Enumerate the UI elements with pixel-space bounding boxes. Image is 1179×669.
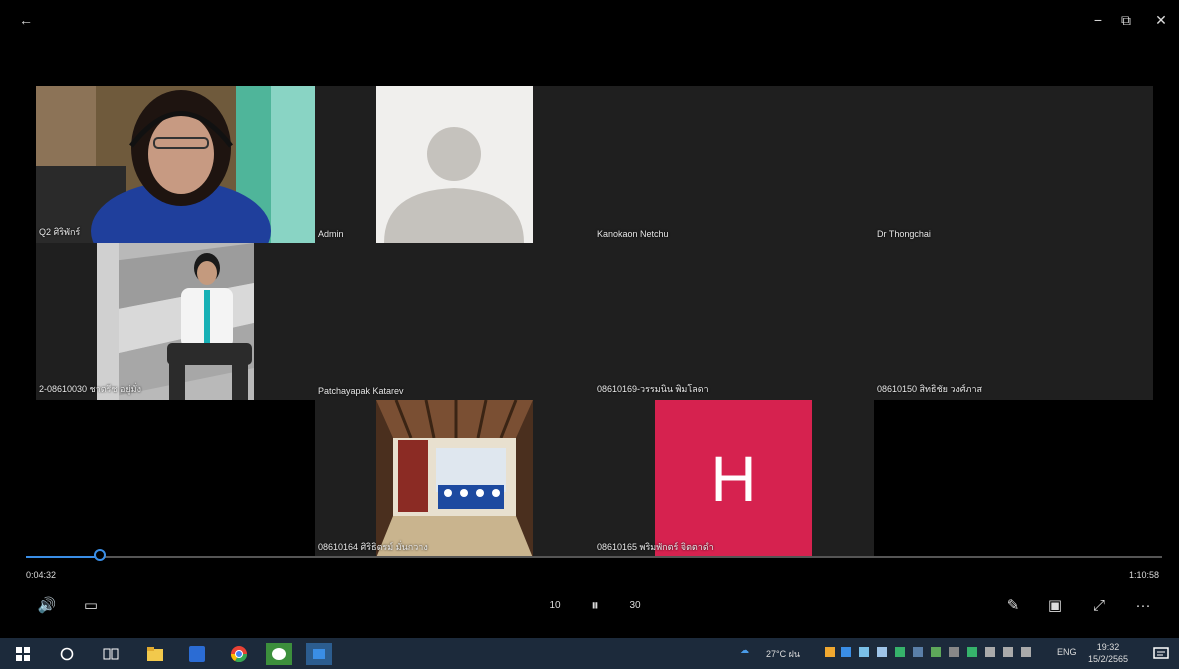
taskbar-app-line[interactable] xyxy=(266,643,292,665)
participant-name: 08610164 ศิริธิตรม์ มั่นกวาง xyxy=(318,542,428,552)
participant-name: Patchayapak Katarev xyxy=(318,386,404,396)
forward-30-icon: 30 xyxy=(629,599,641,611)
line-app-icon xyxy=(272,648,286,660)
participant-tile: 2-08610030 ชาตรีช อยู่มั่ง xyxy=(36,243,315,400)
participant-tile: Dr Thongchai xyxy=(874,86,1153,243)
participant-name: 08610165 พริมพักตร์ จิตตาดำ xyxy=(597,542,714,552)
participant-tile: 08610150 สิทธิชัย วงศ์ภาส xyxy=(874,243,1153,400)
chrome-icon xyxy=(231,646,247,662)
video-grid: Q2 ศิริพักร์ Admin Kanokaon Netchu Dr Th… xyxy=(36,86,1153,558)
notification-icon xyxy=(1153,647,1169,659)
pause-icon: ⏸ xyxy=(591,596,599,614)
windows-logo-icon xyxy=(16,647,30,661)
webcam-video xyxy=(97,243,254,400)
participant-tile: 08610164 ศิริธิตรม์ มั่นกวาง xyxy=(315,400,594,558)
back-arrow-icon: ← xyxy=(19,12,33,28)
weather-label[interactable]: 27°C ฝน xyxy=(766,647,800,661)
minimize-button[interactable]: − xyxy=(1084,8,1112,32)
system-tray-icons xyxy=(825,647,1031,657)
default-avatar xyxy=(376,86,533,243)
seek-progress xyxy=(26,556,102,558)
clock[interactable]: 19:32 15/2/2565 xyxy=(1088,641,1128,665)
search-button[interactable] xyxy=(56,643,78,665)
tray-icons[interactable] xyxy=(825,645,1045,661)
miniplayer-icon: ▣ xyxy=(1047,597,1063,614)
participant-tile: Q2 ศิริพักร์ xyxy=(36,86,315,243)
close-icon: ✕ xyxy=(1155,11,1167,28)
file-explorer-icon xyxy=(147,647,163,661)
task-view-icon xyxy=(103,648,119,660)
close-button[interactable]: ✕ xyxy=(1147,8,1175,32)
avatar-initial: H xyxy=(710,443,757,515)
weather-icon: ☁ xyxy=(740,645,749,655)
clock-time: 19:32 xyxy=(1096,642,1120,652)
start-button[interactable] xyxy=(12,643,34,665)
participant-tile: 08610169-วรรมนิน พิมโลดา xyxy=(594,243,874,400)
taskbar-app-chrome[interactable] xyxy=(228,643,250,665)
miniplayer-button[interactable]: ▣ xyxy=(1040,590,1070,620)
participant-name: Kanokaon Netchu xyxy=(597,229,669,239)
seek-thumb[interactable] xyxy=(94,549,106,561)
notifications-button[interactable] xyxy=(1150,643,1172,665)
volume-button[interactable]: 🔊 xyxy=(32,590,62,620)
participant-name: Dr Thongchai xyxy=(877,229,931,239)
restore-button[interactable]: ⧉ xyxy=(1112,8,1140,32)
search-circle-icon xyxy=(60,647,74,661)
seek-bar[interactable] xyxy=(26,556,1162,558)
title-bar: ← − ⧉ ✕ xyxy=(0,0,1179,40)
taskbar-app-movies[interactable] xyxy=(306,643,332,665)
total-time: 1:10:58 xyxy=(1128,570,1159,580)
taskbar-app-files[interactable] xyxy=(144,643,166,665)
rewind-10-icon: 10 xyxy=(549,599,561,611)
participant-name: 08610150 สิทธิชัย วงศ์ภาส xyxy=(877,384,982,394)
word-icon xyxy=(189,646,205,662)
fullscreen-icon: ⤢ xyxy=(1092,596,1105,614)
initial-avatar: H xyxy=(655,400,812,558)
pause-button[interactable]: ⏸ xyxy=(580,590,610,620)
participant-tile: Patchayapak Katarev xyxy=(315,243,594,400)
more-icon: ··· xyxy=(1135,596,1151,614)
rewind-button[interactable]: 10 xyxy=(540,590,570,620)
captions-button[interactable]: ▭ xyxy=(76,590,106,620)
pen-icon: ✎ xyxy=(1006,597,1020,614)
virtual-background xyxy=(376,400,533,558)
participant-name: 08610169-วรรมนิน พิมโลดา xyxy=(597,384,709,394)
taskbar-app-word[interactable] xyxy=(186,643,208,665)
fullscreen-button[interactable]: ⤢ xyxy=(1084,590,1114,620)
webcam-video xyxy=(36,86,315,243)
minimize-icon: − xyxy=(1093,12,1103,28)
participant-tile: Kanokaon Netchu xyxy=(594,86,874,243)
volume-icon: 🔊 xyxy=(37,597,57,614)
participant-name: Q2 ศิริพักร์ xyxy=(39,227,81,237)
participant-name: 2-08610030 ชาตรีช อยู่มั่ง xyxy=(39,384,142,394)
current-time: 0:04:32 xyxy=(26,570,57,580)
captions-icon: ▭ xyxy=(83,597,99,614)
task-view-button[interactable] xyxy=(100,643,122,665)
language-indicator[interactable]: ENG xyxy=(1057,647,1077,657)
more-button[interactable]: ··· xyxy=(1128,590,1158,620)
clock-date: 15/2/2565 xyxy=(1088,654,1129,664)
forward-button[interactable]: 30 xyxy=(620,590,650,620)
edit-button[interactable]: ✎ xyxy=(998,590,1028,620)
back-button[interactable]: ← xyxy=(12,8,40,32)
participant-name: Admin xyxy=(318,229,344,239)
movies-app-icon xyxy=(313,649,325,659)
restore-icon: ⧉ xyxy=(1121,11,1131,28)
participant-tile: Admin xyxy=(315,86,594,243)
participant-tile: H 08610165 พริมพักตร์ จิตตาดำ xyxy=(594,400,874,558)
person-silhouette-icon xyxy=(376,86,533,243)
